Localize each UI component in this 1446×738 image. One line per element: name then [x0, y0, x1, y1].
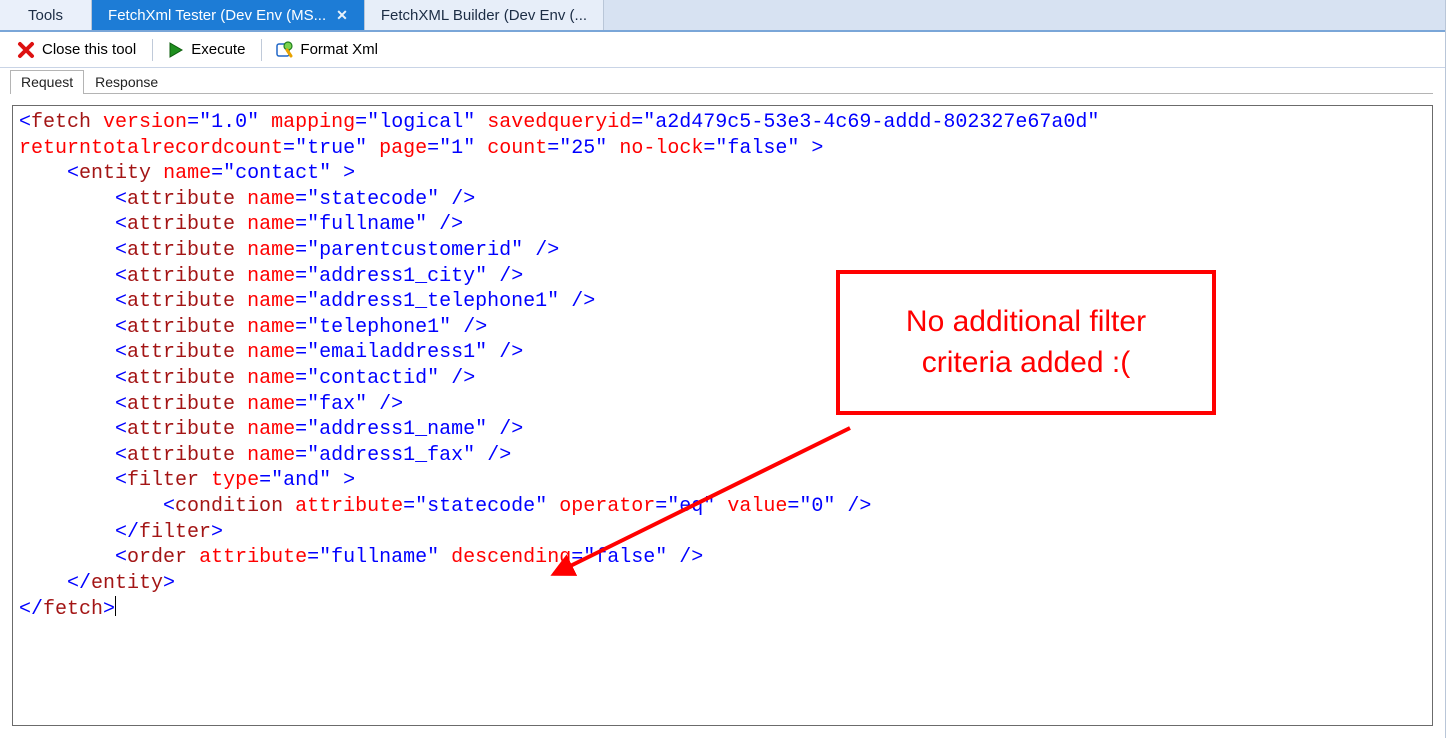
- format-xml-button[interactable]: Format Xml: [266, 38, 386, 62]
- close-x-icon: [16, 40, 36, 60]
- tab-fetchxml-builder[interactable]: FetchXML Builder (Dev Env (...: [365, 0, 604, 30]
- tab-label: FetchXml Tester (Dev Env (MS...: [108, 7, 326, 24]
- close-icon[interactable]: ✕: [336, 7, 348, 24]
- format-icon: [274, 40, 294, 60]
- tab-request[interactable]: Request: [10, 70, 84, 94]
- tab-fetchxml-tester[interactable]: FetchXml Tester (Dev Env (MS... ✕: [92, 0, 365, 30]
- window-tabstrip: Tools FetchXml Tester (Dev Env (MS... ✕ …: [0, 0, 1445, 32]
- tab-label: FetchXML Builder (Dev Env (...: [381, 7, 587, 24]
- button-label: Close this tool: [42, 41, 136, 58]
- close-tool-button[interactable]: Close this tool: [8, 38, 144, 62]
- play-icon: [165, 40, 185, 60]
- subtab-label: Response: [95, 74, 158, 90]
- button-label: Format Xml: [300, 41, 378, 58]
- subtab-label: Request: [21, 74, 73, 90]
- editor-subtabs: Request Response: [0, 68, 1445, 94]
- toolbar: Close this tool Execute Format Xml: [0, 32, 1445, 68]
- xml-editor[interactable]: <fetch version="1.0" mapping="logical" s…: [12, 105, 1433, 726]
- tab-tools[interactable]: Tools: [0, 0, 92, 30]
- tab-response[interactable]: Response: [84, 70, 169, 94]
- tab-label: Tools: [28, 7, 63, 24]
- execute-button[interactable]: Execute: [157, 38, 253, 62]
- subtabs-underline: [12, 93, 1433, 94]
- toolbar-divider: [261, 39, 262, 61]
- button-label: Execute: [191, 41, 245, 58]
- toolbar-divider: [152, 39, 153, 61]
- editor-wrap: <fetch version="1.0" mapping="logical" s…: [0, 95, 1445, 738]
